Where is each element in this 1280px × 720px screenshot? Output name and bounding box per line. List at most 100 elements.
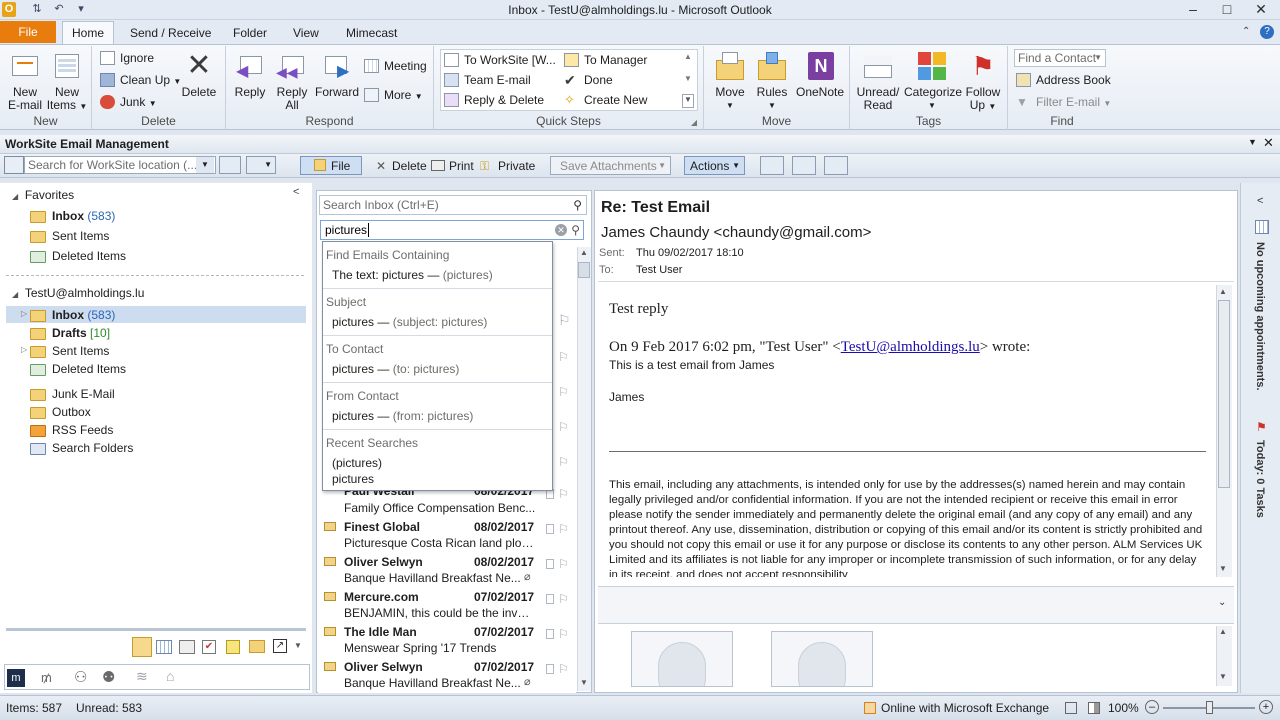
actions-button[interactable]: Actions ▼ — [684, 156, 745, 175]
quickstep-done[interactable]: ✔ Done — [564, 71, 613, 89]
hidden-row-flag-icon[interactable]: ⚐ — [558, 312, 571, 329]
favorites-header[interactable]: ◢ Favorites — [12, 188, 74, 202]
ignore-button[interactable]: Ignore — [100, 49, 154, 67]
meeting-button[interactable]: Meeting — [364, 57, 427, 75]
nav-splitter[interactable] — [6, 628, 306, 631]
message-from[interactable]: James Chaundy <chaundy@gmail.com> — [601, 224, 871, 241]
mimecast-archive-icon[interactable]: ₥ — [41, 670, 52, 685]
message-list-scrollbar[interactable] — [577, 247, 591, 691]
quickstep-to-manager[interactable]: To Manager — [564, 51, 647, 69]
tab-view[interactable]: View — [283, 22, 329, 44]
connection-status[interactable]: Online with Microsoft Exchange — [881, 701, 1049, 715]
hidden-row-flag-icon[interactable]: ⚐ — [558, 350, 569, 364]
worksite-search-input[interactable]: Search for WorkSite location (... — [24, 156, 216, 174]
folder-outbox[interactable]: Outbox — [30, 403, 91, 421]
expand-triangle-icon[interactable]: ▷ — [21, 309, 27, 318]
minimize-ribbon-icon[interactable]: ⌃ — [1242, 26, 1250, 37]
dialog-launcher-icon[interactable]: ◢ — [691, 118, 697, 127]
table-row[interactable]: The Idle Man 07/02/2017 Menswear Spring … — [318, 623, 576, 658]
search-query-input[interactable]: pictures ✕ ⚲ — [320, 220, 584, 240]
rules-button[interactable]: Rules ▼ — [752, 50, 792, 112]
worksite-print-button[interactable]: Print — [431, 157, 474, 175]
worksite-private-button[interactable]: ⚿ Private — [480, 157, 535, 175]
scroll-thumb[interactable] — [1218, 300, 1230, 488]
help-icon[interactable]: ? — [1260, 25, 1274, 39]
collapse-nav-icon[interactable]: < — [293, 186, 299, 198]
favorite-sent-items[interactable]: Sent Items — [30, 227, 109, 245]
flag-icon[interactable]: ⚐ — [558, 522, 569, 536]
scroll-down-icon[interactable]: ▼ — [580, 678, 588, 687]
table-row[interactable]: Mercure.com 07/02/2017 BENJAMIN, this co… — [318, 588, 576, 623]
filter-email-button[interactable]: ▼ Filter E-mail ▼ — [1016, 93, 1111, 111]
zoom-slider-thumb[interactable] — [1206, 701, 1213, 714]
module-shortcuts-icon[interactable]: ↗ — [273, 639, 287, 653]
save-attachments-button[interactable]: Save Attachments ▼ — [550, 156, 671, 175]
table-row[interactable]: Oliver Selwyn 08/02/2017 Banque Havillan… — [318, 553, 576, 588]
scroll-up-icon[interactable]: ▲ — [580, 248, 588, 257]
quickstep-create-new[interactable]: ✧ Create New — [564, 91, 647, 109]
zoom-out-icon[interactable]: – — [1145, 700, 1159, 714]
category-box-icon[interactable] — [546, 594, 554, 604]
favorite-inbox[interactable]: Inbox (583) — [30, 207, 115, 225]
calendar-icon[interactable] — [1255, 220, 1269, 234]
exchange-status-icon[interactable] — [864, 702, 876, 714]
tab-home[interactable]: Home — [62, 21, 114, 45]
reply-button[interactable]: ◀ Reply — [230, 50, 270, 99]
favorite-deleted-items[interactable]: Deleted Items — [30, 247, 126, 265]
shield-icon[interactable]: ⌂ — [166, 668, 174, 684]
reply-all-button[interactable]: ◀◀ Reply All — [272, 50, 312, 112]
forward-button[interactable]: ▶ Forward — [314, 50, 360, 99]
new-email-button[interactable]: New E-mail — [4, 50, 46, 112]
suggestion-item[interactable]: The text: pictures — (pictures) — [332, 268, 493, 282]
follow-up-button[interactable]: ⚑ Follow Up ▼ — [962, 50, 1004, 113]
flag-icon[interactable]: ⚐ — [558, 487, 569, 501]
worksite-list-icon[interactable] — [4, 156, 24, 174]
minimize-button[interactable]: – — [1176, 0, 1210, 20]
module-contacts-icon[interactable] — [179, 640, 195, 654]
folder-sent-items[interactable]: Sent Items — [30, 342, 109, 360]
worksite-search-dropdown-icon[interactable]: ▼ — [196, 157, 214, 173]
unread-read-button[interactable]: Unread/ Read — [854, 50, 902, 112]
folder-drafts[interactable]: Drafts [10] — [30, 324, 110, 342]
module-folders-icon[interactable] — [249, 640, 265, 653]
zoom-level[interactable]: 100% — [1108, 701, 1139, 715]
flag-icon[interactable]: ⚐ — [558, 662, 569, 676]
tab-folder[interactable]: Folder — [223, 22, 277, 44]
flag-icon[interactable]: ⚐ — [558, 592, 569, 606]
task-flag-icon[interactable]: ⚑ — [1256, 420, 1267, 434]
category-box-icon[interactable] — [546, 559, 554, 569]
find-contact-box[interactable]: Find a Contact ▼ — [1014, 49, 1106, 67]
wireless-icon[interactable]: ≋ — [136, 668, 148, 685]
contact-photo-2[interactable] — [771, 631, 873, 687]
tab-mimecast[interactable]: Mimecast — [336, 22, 407, 44]
clean-up-button[interactable]: Clean Up ▼ — [100, 71, 181, 89]
quickstep-to-worksite[interactable]: To WorkSite [W... — [444, 51, 556, 69]
scroll-thumb[interactable] — [578, 262, 590, 278]
mimecast-icon[interactable]: m — [7, 669, 25, 687]
folder-deleted-items[interactable]: Deleted Items — [30, 360, 126, 378]
tab-file[interactable]: File — [0, 21, 56, 43]
worksite-folder-icon[interactable]: ▼ — [246, 156, 276, 174]
scroll-down-icon[interactable]: ▼ — [1219, 672, 1227, 681]
gallery-expand-icon[interactable]: ▼ — [682, 94, 694, 108]
table-row[interactable]: Finest Global 08/02/2017 Picturesque Cos… — [318, 518, 576, 553]
suggestion-item[interactable]: pictures — (from: pictures) — [332, 409, 473, 423]
quickstep-reply-delete[interactable]: Reply & Delete — [444, 91, 544, 109]
flag-icon[interactable]: ⚐ — [558, 627, 569, 641]
gallery-scroll-up-icon[interactable]: ▲ — [684, 52, 692, 61]
expand-todo-icon[interactable]: < — [1257, 195, 1263, 207]
module-tasks-icon[interactable]: ✔ — [202, 640, 216, 654]
module-notes-icon[interactable] — [226, 640, 240, 654]
to-value[interactable]: Test User — [636, 264, 682, 276]
scroll-up-icon[interactable]: ▲ — [1219, 287, 1227, 296]
contact-photo-1[interactable] — [631, 631, 733, 687]
gallery-scroll-down-icon[interactable]: ▼ — [684, 74, 692, 83]
folder-rss-feeds[interactable]: RSS Feeds — [30, 421, 113, 439]
recent-search-item[interactable]: pictures — [332, 472, 374, 486]
email-link[interactable]: TestU@almholdings.lu — [841, 339, 980, 355]
hidden-row-flag-icon[interactable]: ⚐ — [558, 455, 569, 469]
folder-search-folders[interactable]: Search Folders — [30, 439, 133, 457]
recent-search-item[interactable]: (pictures) — [332, 456, 382, 470]
worksite-tool-icon-1[interactable] — [760, 156, 784, 175]
normal-view-icon[interactable] — [1065, 702, 1077, 714]
